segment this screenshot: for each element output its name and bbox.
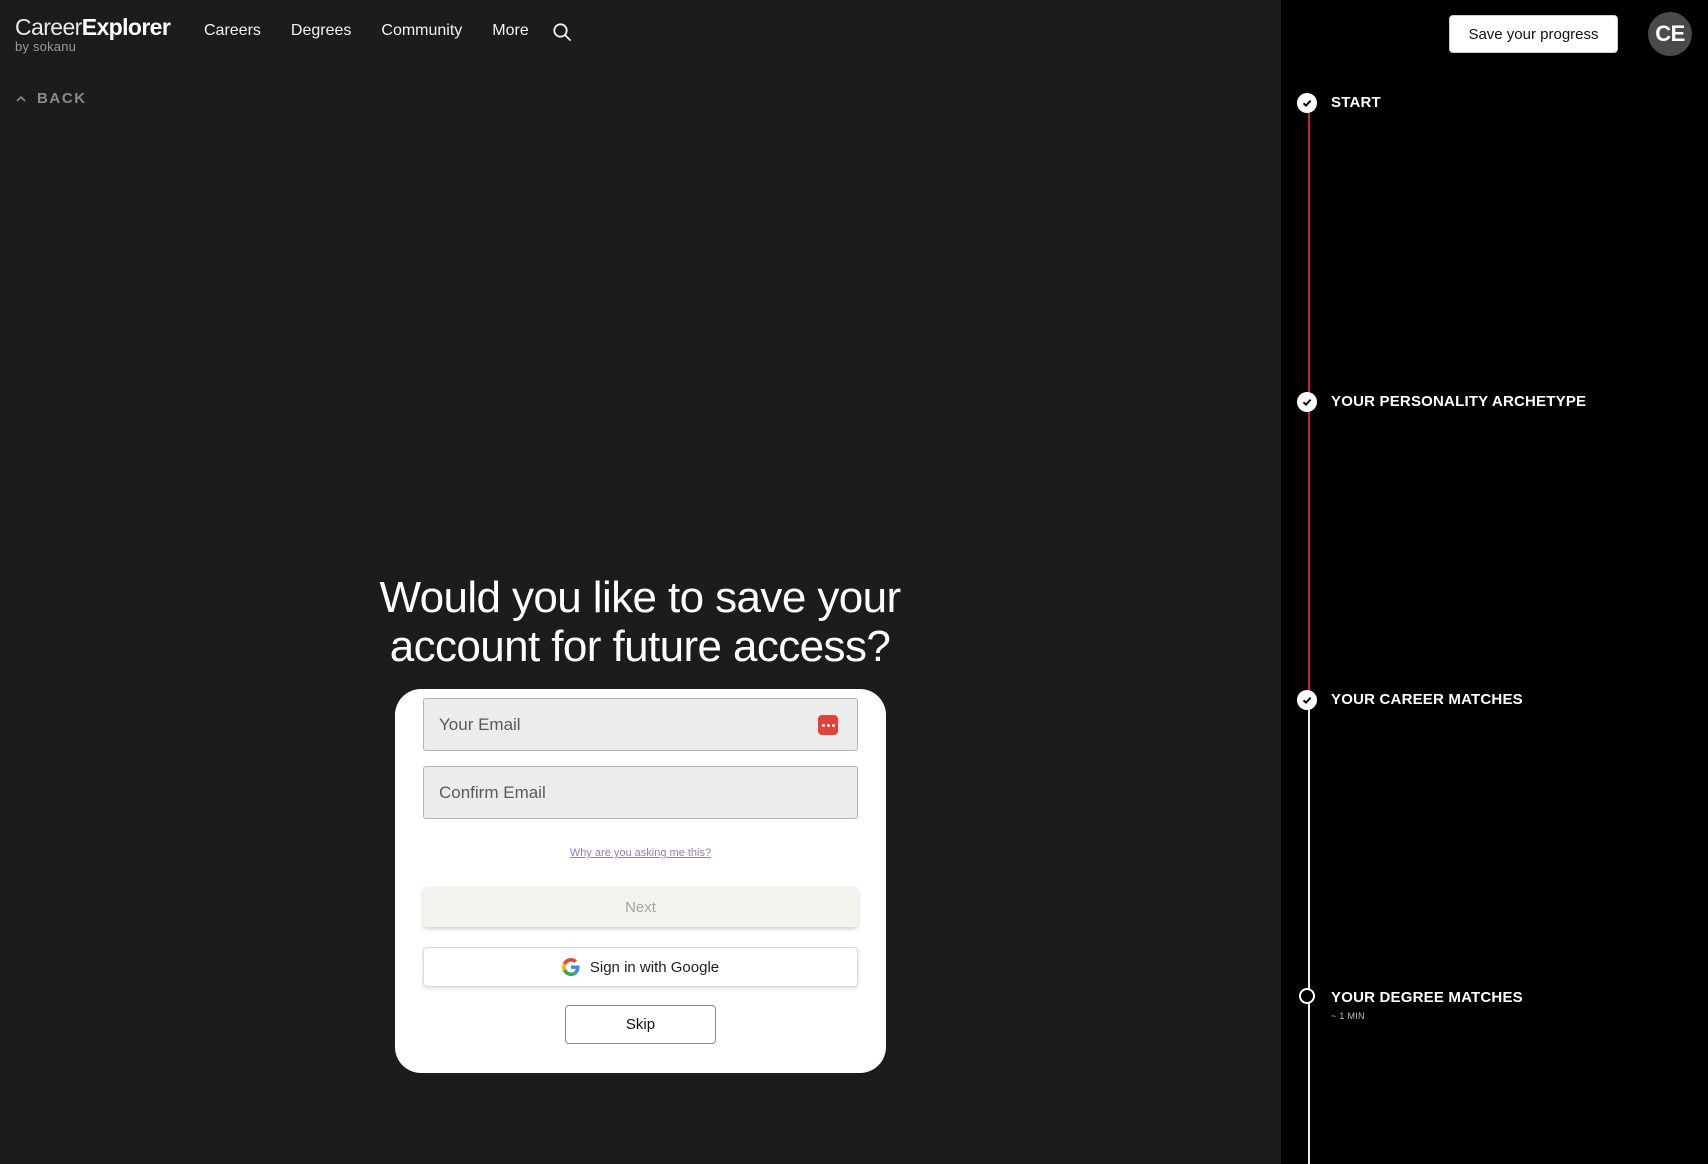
password-manager-icon[interactable] — [818, 715, 838, 735]
step-text: YOUR DEGREE MATCHES ~ 1 MIN — [1331, 988, 1523, 1021]
google-signin-button[interactable]: Sign in with Google — [423, 947, 858, 987]
why-asking-link[interactable]: Why are you asking me this? — [395, 847, 886, 859]
chevron-up-icon — [16, 95, 26, 102]
save-progress-button[interactable]: Save your progress — [1449, 15, 1618, 53]
step-label: YOUR PERSONALITY ARCHETYPE — [1331, 393, 1587, 410]
nav-link-more[interactable]: More — [492, 22, 528, 40]
logo[interactable]: Career Explorer by sokanu — [15, 14, 171, 54]
check-icon — [1297, 690, 1317, 710]
nav-link-community[interactable]: Community — [381, 22, 462, 40]
back-label: BACK — [37, 90, 87, 107]
step-text: YOUR CAREER MATCHES — [1331, 690, 1523, 710]
avatar[interactable]: CE — [1648, 12, 1692, 56]
google-signin-label: Sign in with Google — [589, 958, 720, 976]
step-label: YOUR DEGREE MATCHES — [1331, 989, 1523, 1006]
back-button[interactable]: BACK — [15, 90, 87, 107]
progress-line-remaining — [1308, 700, 1310, 1164]
main-area: Career Explorer by sokanu Careers Degrees… — [0, 0, 1281, 1164]
step-text: YOUR PERSONALITY ARCHETYPE — [1331, 392, 1586, 412]
google-icon — [561, 958, 580, 976]
logo-part-career: Career — [15, 14, 82, 40]
search-icon[interactable] — [552, 22, 572, 42]
nav-links: Careers Degrees Community More — [204, 22, 529, 40]
step-label: YOUR CAREER MATCHES — [1331, 691, 1523, 708]
email-field[interactable]: Your Email — [423, 698, 858, 751]
confirm-email-placeholder: Confirm Email — [439, 782, 546, 802]
step-text: START — [1331, 93, 1381, 113]
email-field-placeholder: Your Email — [439, 714, 521, 734]
step-start: START — [1297, 93, 1381, 113]
skip-button[interactable]: Skip — [565, 1005, 716, 1044]
step-duration: ~ 1 MIN — [1331, 1011, 1365, 1021]
logo-subtitle: by sokanu — [15, 39, 77, 54]
confirm-email-field[interactable]: Confirm Email — [423, 766, 858, 819]
step-career-matches: YOUR CAREER MATCHES — [1297, 690, 1523, 710]
step-label: START — [1331, 94, 1381, 111]
logo-part-explorer: Explorer — [81, 14, 171, 40]
step-personality-archetype: YOUR PERSONALITY ARCHETYPE — [1297, 392, 1586, 412]
next-button[interactable]: Next — [423, 887, 858, 927]
check-icon — [1297, 392, 1317, 412]
page-question: Would you like to save your account for … — [379, 573, 901, 671]
circle-icon — [1299, 988, 1315, 1004]
progress-panel: Save your progress CE START YOUR PERSONA… — [1281, 0, 1708, 1164]
check-icon — [1297, 93, 1317, 113]
nav-link-careers[interactable]: Careers — [204, 22, 261, 40]
logo-wordmark: Career Explorer — [15, 14, 171, 40]
step-degree-matches: YOUR DEGREE MATCHES ~ 1 MIN — [1297, 988, 1523, 1021]
save-account-card: Your Email Confirm Email Why are you ask… — [395, 689, 886, 1073]
top-navigation: Career Explorer by sokanu Careers Degrees… — [0, 0, 1281, 68]
nav-link-degrees[interactable]: Degrees — [291, 22, 351, 40]
